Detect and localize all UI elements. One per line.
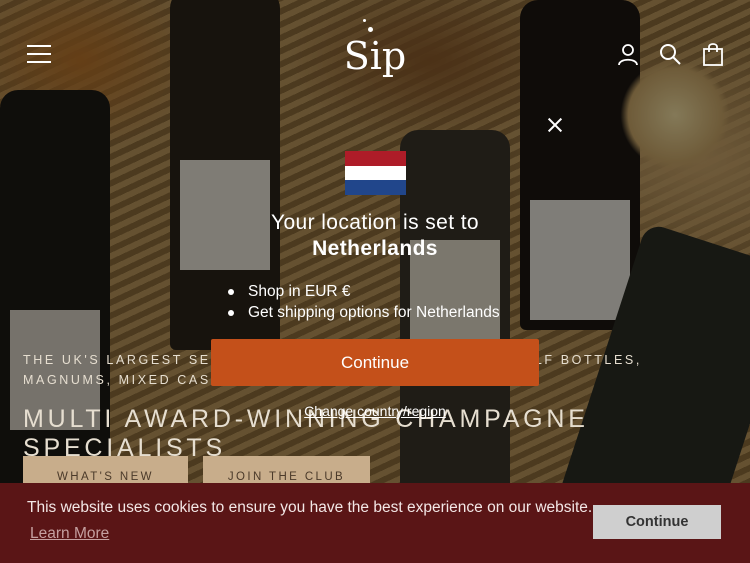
site-header: Sip — [0, 0, 750, 110]
location-country: Netherlands — [312, 237, 438, 260]
hamburger-menu-icon[interactable] — [27, 45, 51, 63]
change-country-link[interactable]: Change country/region — [0, 403, 750, 419]
user-account-icon[interactable] — [616, 42, 640, 66]
continue-button[interactable]: Continue — [211, 339, 539, 386]
netherlands-flag-icon — [345, 151, 406, 195]
cookie-banner: This website uses cookies to ensure you … — [0, 483, 750, 563]
shopping-bag-icon[interactable] — [701, 42, 725, 66]
close-icon[interactable] — [547, 117, 563, 133]
list-item: Shop in EUR € — [228, 282, 500, 303]
learn-more-link[interactable]: Learn More — [30, 525, 109, 543]
location-perks-list: Shop in EUR € Get shipping options for N… — [228, 282, 500, 324]
search-icon[interactable] — [658, 42, 682, 66]
list-item: Get shipping options for Netherlands — [228, 303, 500, 324]
location-message: Your location is set to — [270, 211, 480, 234]
site-logo[interactable]: Sip — [340, 34, 410, 78]
cookie-message: This website uses cookies to ensure you … — [27, 499, 593, 516]
cookie-accept-button[interactable]: Continue — [593, 505, 721, 539]
